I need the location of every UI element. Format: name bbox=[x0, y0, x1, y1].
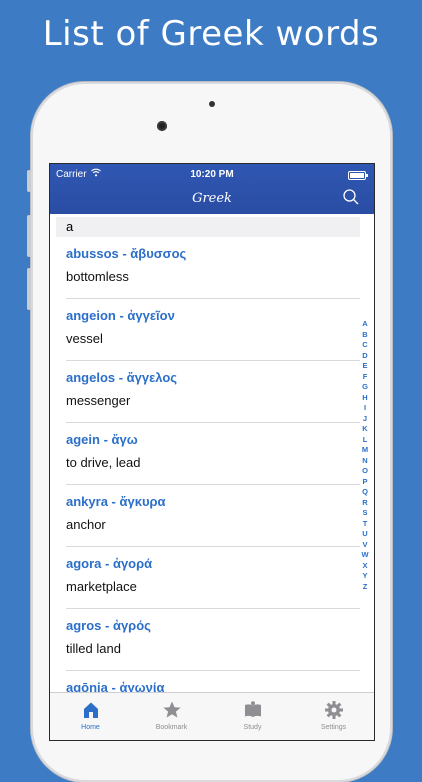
index-letter[interactable]: J bbox=[363, 414, 367, 425]
index-letter[interactable]: Y bbox=[362, 571, 367, 582]
word-term: agein - ἄγω bbox=[66, 432, 138, 447]
volume-up-button bbox=[27, 215, 31, 257]
section-header: a bbox=[56, 217, 360, 237]
word-meaning: marketplace bbox=[66, 579, 137, 594]
word-term: angeion - ἀγγεῖον bbox=[66, 308, 175, 323]
list-item[interactable]: agros - ἀγρός tilled land bbox=[66, 609, 360, 671]
tab-study[interactable]: Study bbox=[212, 693, 293, 740]
index-letter[interactable]: P bbox=[362, 477, 367, 488]
app-screen: Carrier 10:20 PM Greek a abussos - ἄβυσσ… bbox=[49, 163, 375, 741]
gear-icon bbox=[324, 701, 343, 719]
word-meaning: vessel bbox=[66, 331, 103, 346]
book-icon bbox=[244, 701, 261, 717]
index-letter[interactable]: H bbox=[362, 393, 367, 404]
promo-title: List of Greek words bbox=[42, 14, 380, 54]
index-letter[interactable]: V bbox=[362, 540, 367, 551]
index-letter[interactable]: S bbox=[362, 508, 367, 519]
home-icon bbox=[83, 702, 98, 718]
index-letter[interactable]: A bbox=[362, 319, 367, 330]
index-letter[interactable]: O bbox=[362, 466, 368, 477]
list-item[interactable]: angeion - ἀγγεῖον vessel bbox=[66, 299, 360, 361]
list-item[interactable]: abussos - ἄβυσσος bottomless bbox=[66, 237, 360, 299]
page-title: Greek bbox=[192, 191, 232, 206]
word-meaning: messenger bbox=[66, 393, 131, 408]
word-meaning: bottomless bbox=[66, 269, 129, 284]
tab-home[interactable]: Home bbox=[50, 693, 131, 740]
tab-settings[interactable]: Settings bbox=[293, 693, 374, 740]
battery-icon bbox=[348, 171, 368, 180]
word-term: agros - ἀγρός bbox=[66, 618, 151, 633]
word-meaning: anchor bbox=[66, 517, 106, 532]
word-meaning: tilled land bbox=[66, 641, 121, 656]
index-letter[interactable]: Q bbox=[362, 487, 368, 498]
word-meaning: to drive, lead bbox=[66, 455, 141, 470]
tab-study-label: Study bbox=[243, 724, 262, 731]
index-letter[interactable]: Z bbox=[363, 582, 368, 593]
index-letter[interactable]: N bbox=[362, 456, 367, 467]
navigation-bar: Carrier 10:20 PM Greek bbox=[50, 164, 374, 214]
word-list[interactable]: a abussos - ἄβυσσος bottomless angeion -… bbox=[50, 214, 374, 695]
index-letter[interactable]: R bbox=[362, 498, 367, 509]
index-letter[interactable]: D bbox=[362, 351, 367, 362]
tab-settings-label: Settings bbox=[320, 724, 347, 731]
tab-bookmark-label: Bookmark bbox=[155, 724, 188, 731]
search-icon[interactable] bbox=[342, 188, 360, 206]
index-letter[interactable]: U bbox=[362, 529, 367, 540]
index-letter[interactable]: I bbox=[364, 403, 366, 414]
index-letter[interactable]: X bbox=[362, 561, 367, 572]
status-time: 10:20 PM bbox=[190, 169, 234, 180]
list-item[interactable]: agora - ἀγορά marketplace bbox=[66, 547, 360, 609]
mute-switch bbox=[27, 170, 31, 192]
tab-bar: Home Bookmark Study Settings bbox=[50, 692, 374, 740]
index-letter[interactable]: C bbox=[362, 340, 367, 351]
index-letter[interactable]: E bbox=[362, 361, 367, 372]
word-term: angelos - ἄγγελος bbox=[66, 370, 178, 385]
volume-down-button bbox=[27, 268, 31, 310]
speaker-dot bbox=[209, 101, 215, 107]
list-item[interactable]: angelos - ἄγγελος messenger bbox=[66, 361, 360, 423]
index-letter[interactable]: G bbox=[362, 382, 368, 393]
word-term: agora - ἀγορά bbox=[66, 556, 153, 571]
front-camera bbox=[157, 121, 167, 131]
index-letter[interactable]: F bbox=[363, 372, 368, 383]
index-letter[interactable]: T bbox=[363, 519, 368, 530]
status-bar: Carrier 10:20 PM bbox=[50, 168, 374, 182]
list-item[interactable]: ankyra - ἄγκυρα anchor bbox=[66, 485, 360, 547]
index-letter[interactable]: K bbox=[362, 424, 367, 435]
index-letter[interactable]: L bbox=[363, 435, 368, 446]
tab-home-label: Home bbox=[81, 724, 100, 731]
index-letter[interactable]: W bbox=[361, 550, 368, 561]
alphabet-index[interactable]: ABCDEFGHIJKLMNOPQRSTUVWXYZ bbox=[360, 319, 370, 592]
word-term: abussos - ἄβυσσος bbox=[66, 246, 187, 261]
index-letter[interactable]: B bbox=[362, 330, 367, 341]
word-term: ankyra - ἄγκυρα bbox=[66, 494, 166, 509]
list-item[interactable]: agein - ἄγω to drive, lead bbox=[66, 423, 360, 485]
index-letter[interactable]: M bbox=[362, 445, 368, 456]
tab-bookmark[interactable]: Bookmark bbox=[131, 693, 212, 740]
star-icon bbox=[162, 701, 181, 718]
